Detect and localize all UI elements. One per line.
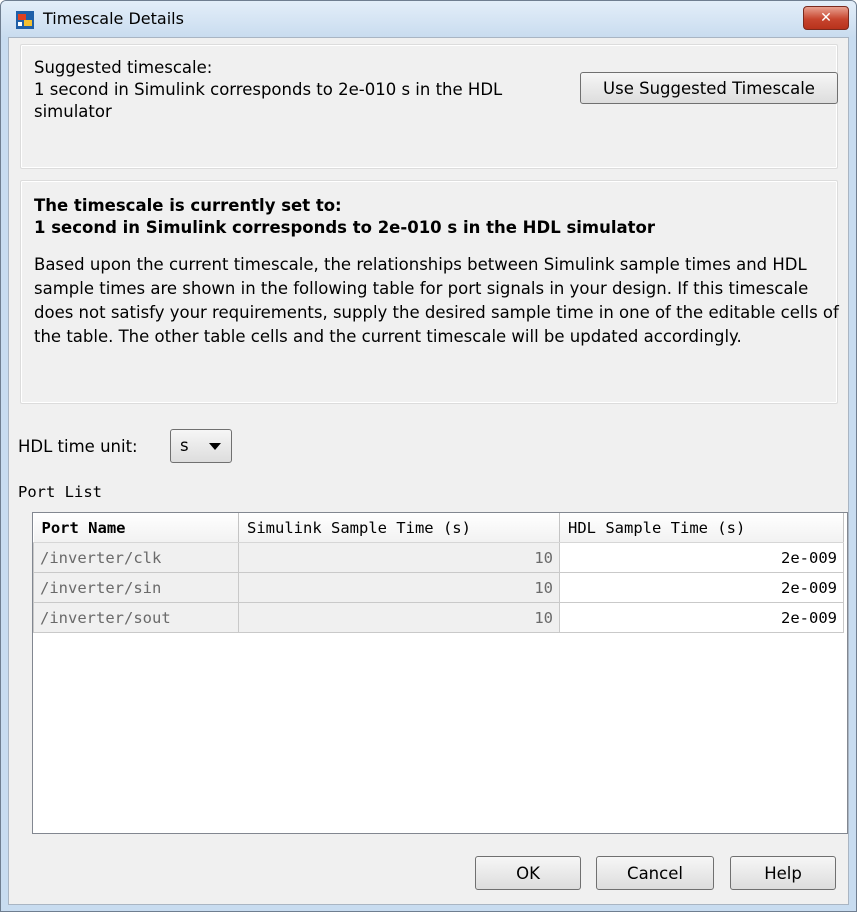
hdl-time-unit-select[interactable]: s — [170, 429, 232, 463]
simulink-sample-time-cell: 10 — [238, 572, 560, 603]
hdl-sample-time-cell[interactable]: 2e-009 — [559, 542, 844, 573]
port-name-cell: /inverter/clk — [33, 542, 239, 573]
suggested-timescale-panel: Suggested timescale: 1 second in Simulin… — [20, 44, 838, 169]
use-suggested-timescale-button[interactable]: Use Suggested Timescale — [580, 72, 838, 104]
help-button[interactable]: Help — [730, 856, 836, 890]
suggested-title: Suggested timescale: — [34, 58, 213, 77]
column-header-simulink-sample-time[interactable]: Simulink Sample Time (s) — [238, 513, 560, 543]
simulink-sample-time-cell: 10 — [238, 542, 560, 573]
dialog-window: Timescale Details ✕ Suggested timescale:… — [0, 0, 857, 912]
table-header-row: Port Name Simulink Sample Time (s) HDL S… — [33, 513, 844, 543]
current-timescale-description: Based upon the current timescale, the re… — [34, 255, 839, 346]
port-list-label: Port List — [18, 483, 102, 501]
current-timescale-panel: The timescale is currently set to: 1 sec… — [20, 180, 839, 404]
port-name-cell: /inverter/sout — [33, 602, 239, 633]
hdl-sample-time-cell[interactable]: 2e-009 — [559, 572, 844, 603]
chevron-down-icon — [209, 443, 221, 450]
hdl-sample-time-cell[interactable]: 2e-009 — [559, 602, 844, 633]
close-icon: ✕ — [820, 10, 832, 26]
column-header-hdl-sample-time[interactable]: HDL Sample Time (s) — [559, 513, 844, 543]
ok-button[interactable]: OK — [475, 856, 581, 890]
dialog-client-area: Suggested timescale: 1 second in Simulin… — [8, 37, 849, 905]
table-row: /inverter/sin 10 2e-009 — [33, 572, 844, 603]
column-header-port-name[interactable]: Port Name — [33, 513, 239, 543]
simulink-sample-time-cell: 10 — [238, 602, 560, 633]
hdl-time-unit-label: HDL time unit: — [18, 437, 138, 456]
port-name-cell: /inverter/sin — [33, 572, 239, 603]
current-timescale-heading: The timescale is currently set to: 1 sec… — [34, 195, 655, 239]
close-button[interactable]: ✕ — [803, 6, 849, 30]
current-heading-line2: 1 second in Simulink corresponds to 2e-0… — [34, 218, 656, 237]
suggested-description: 1 second in Simulink corresponds to 2e-0… — [34, 80, 503, 121]
port-table: Port Name Simulink Sample Time (s) HDL S… — [33, 513, 844, 633]
cancel-button[interactable]: Cancel — [596, 856, 714, 890]
title-bar[interactable]: Timescale Details ✕ — [1, 1, 856, 37]
current-heading-line1: The timescale is currently set to: — [34, 196, 342, 215]
hdl-time-unit-value: s — [180, 436, 189, 455]
simulink-app-icon — [16, 11, 34, 29]
window-title: Timescale Details — [43, 9, 184, 28]
suggested-timescale-text: Suggested timescale: 1 second in Simulin… — [34, 57, 554, 123]
table-row: /inverter/clk 10 2e-009 — [33, 542, 844, 573]
port-list-table[interactable]: Port Name Simulink Sample Time (s) HDL S… — [32, 512, 848, 834]
table-row: /inverter/sout 10 2e-009 — [33, 602, 844, 633]
